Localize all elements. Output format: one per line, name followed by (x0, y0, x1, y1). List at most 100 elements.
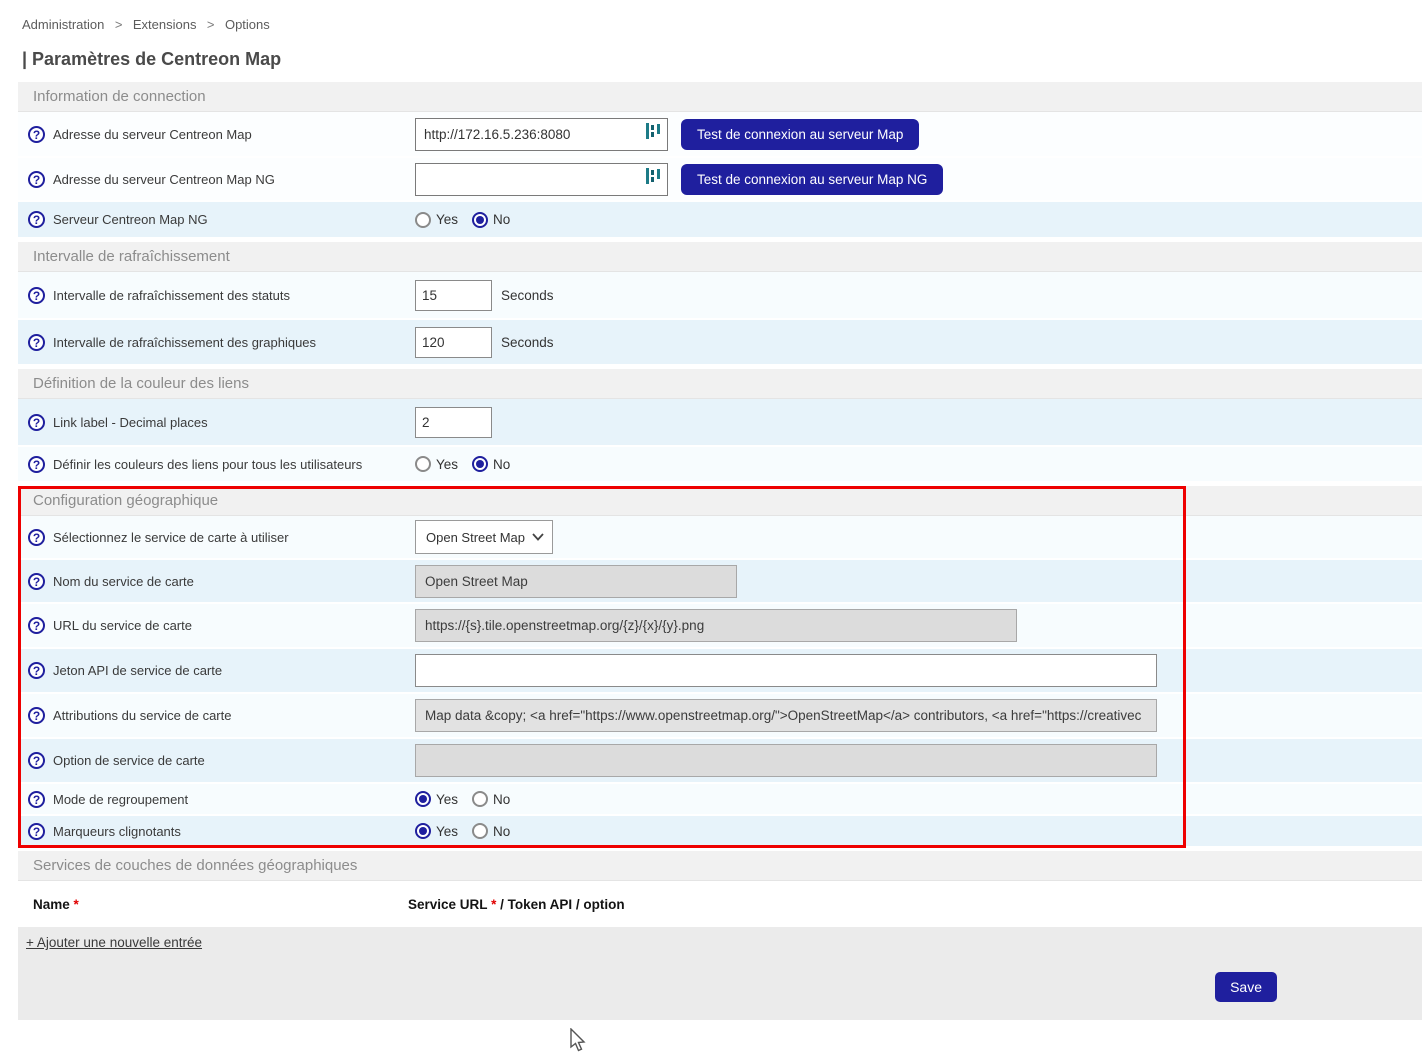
breadcrumb-separator: > (207, 17, 215, 32)
map-ng-address-input-wrap (415, 163, 668, 196)
yes-label: Yes (436, 792, 458, 807)
breadcrumb-options[interactable]: Options (225, 17, 270, 32)
mouse-cursor (568, 1028, 590, 1059)
row-map-address: ? Adresse du serveur Centreon Map Test d… (18, 112, 1422, 158)
graph-refresh-label: Intervalle de rafraîchissement des graph… (53, 335, 316, 350)
map-address-label: Adresse du serveur Centreon Map (53, 127, 252, 142)
layers-col-service-url: Service URL (408, 897, 487, 912)
help-icon[interactable]: ? (28, 662, 45, 679)
row-cluster-mode: ? Mode de regroupement Yes No (18, 784, 1422, 816)
help-icon[interactable]: ? (28, 617, 45, 634)
map-service-name-input: Open Street Map (415, 565, 737, 598)
layers-col-name: Name (33, 897, 70, 912)
map-ng-server-yes-radio[interactable] (415, 212, 431, 228)
no-label: No (493, 212, 510, 227)
test-connection-map-button[interactable]: Test de connexion au serveur Map (681, 119, 919, 150)
section-header-geo: Configuration géographique (18, 486, 1422, 516)
help-icon[interactable]: ? (28, 707, 45, 724)
row-api-token: ? Jeton API de service de carte (18, 649, 1422, 694)
seconds-unit-label: Seconds (501, 288, 554, 303)
map-ng-server-no-radio[interactable] (472, 212, 488, 228)
chevron-down-icon (532, 528, 544, 546)
add-entry-link[interactable]: + Ajouter une nouvelle entrée (26, 935, 202, 950)
map-address-input[interactable] (424, 127, 641, 142)
cluster-mode-label: Mode de regroupement (53, 792, 188, 807)
save-button[interactable]: Save (1215, 972, 1277, 1002)
yes-label: Yes (436, 212, 458, 227)
row-link-colors-all-users: ? Définir les couleurs des liens pour to… (18, 447, 1422, 483)
no-label: No (493, 457, 510, 472)
section-header-layers: Services de couches de données géographi… (18, 851, 1422, 881)
blinking-markers-label: Marqueurs clignotants (53, 824, 181, 839)
status-refresh-input[interactable] (415, 280, 492, 311)
blinking-markers-no-radio[interactable] (472, 823, 488, 839)
row-map-service-select: ? Sélectionnez le service de carte à uti… (18, 516, 1422, 560)
breadcrumb-administration[interactable]: Administration (22, 17, 104, 32)
required-asterisk: * (491, 897, 496, 912)
help-icon[interactable]: ? (28, 823, 45, 840)
blinking-markers-yes-radio[interactable] (415, 823, 431, 839)
decimal-places-label: Link label - Decimal places (53, 415, 208, 430)
required-asterisk: * (74, 897, 79, 912)
help-icon[interactable]: ? (28, 573, 45, 590)
help-icon[interactable]: ? (28, 752, 45, 769)
row-map-service-name: ? Nom du service de carte Open Street Ma… (18, 560, 1422, 604)
row-attributions: ? Attributions du service de carte Map d… (18, 694, 1422, 739)
row-decimal-places: ? Link label - Decimal places (18, 399, 1422, 447)
no-label: No (493, 824, 510, 839)
map-service-url-label: URL du service de carte (53, 618, 192, 633)
map-service-name-label: Nom du service de carte (53, 574, 194, 589)
status-refresh-label: Intervalle de rafraîchissement des statu… (53, 288, 290, 303)
breadcrumb-separator: > (115, 17, 123, 32)
yes-label: Yes (436, 457, 458, 472)
breadcrumb-extensions[interactable]: Extensions (133, 17, 197, 32)
service-option-input (415, 744, 1157, 777)
help-icon[interactable]: ? (28, 456, 45, 473)
map-address-input-wrap (415, 118, 668, 151)
footer-area: + Ajouter une nouvelle entrée Save (18, 927, 1422, 1020)
link-colors-all-users-label: Définir les couleurs des liens pour tous… (53, 457, 362, 472)
row-graph-refresh: ? Intervalle de rafraîchissement des gra… (18, 320, 1422, 366)
macro-bars-icon[interactable] (645, 168, 661, 190)
map-ng-server-label: Serveur Centreon Map NG (53, 212, 208, 227)
map-ng-address-input[interactable] (424, 172, 641, 187)
attributions-label: Attributions du service de carte (53, 708, 231, 723)
api-token-input[interactable] (415, 654, 1157, 687)
section-header-connection: Information de connection (18, 82, 1422, 112)
row-status-refresh: ? Intervalle de rafraîchissement des sta… (18, 272, 1422, 320)
decimal-places-input[interactable] (415, 407, 492, 438)
help-icon[interactable]: ? (28, 334, 45, 351)
row-map-service-url: ? URL du service de carte https://{s}.ti… (18, 604, 1422, 649)
layers-table-header: Name * Service URL * / Token API / optio… (18, 881, 1422, 927)
section-header-refresh: Intervalle de rafraîchissement (18, 242, 1422, 272)
page-title: | Paramètres de Centreon Map (22, 49, 1422, 70)
help-icon[interactable]: ? (28, 529, 45, 546)
map-ng-address-label: Adresse du serveur Centreon Map NG (53, 172, 275, 187)
help-icon[interactable]: ? (28, 414, 45, 431)
service-option-label: Option de service de carte (53, 753, 205, 768)
help-icon[interactable]: ? (28, 791, 45, 808)
cluster-mode-no-radio[interactable] (472, 791, 488, 807)
map-service-select-label: Sélectionnez le service de carte à utili… (53, 530, 289, 545)
link-colors-yes-radio[interactable] (415, 456, 431, 472)
help-icon[interactable]: ? (28, 171, 45, 188)
layers-col-service-suffix: / Token API / option (500, 897, 625, 912)
test-connection-map-ng-button[interactable]: Test de connexion au serveur Map NG (681, 164, 943, 195)
map-service-select[interactable]: Open Street Map (415, 520, 553, 554)
link-colors-no-radio[interactable] (472, 456, 488, 472)
map-service-selected-value: Open Street Map (426, 530, 532, 545)
help-icon[interactable]: ? (28, 126, 45, 143)
graph-refresh-input[interactable] (415, 327, 492, 358)
cluster-mode-yes-radio[interactable] (415, 791, 431, 807)
geo-section: Configuration géographique ? Sélectionne… (18, 486, 1422, 848)
no-label: No (493, 792, 510, 807)
help-icon[interactable]: ? (28, 211, 45, 228)
yes-label: Yes (436, 824, 458, 839)
api-token-label: Jeton API de service de carte (53, 663, 222, 678)
map-service-url-input: https://{s}.tile.openstreetmap.org/{z}/{… (415, 609, 1017, 642)
row-map-ng-address: ? Adresse du serveur Centreon Map NG Tes… (18, 158, 1422, 202)
help-icon[interactable]: ? (28, 287, 45, 304)
macro-bars-icon[interactable] (645, 123, 661, 145)
row-map-ng-server: ? Serveur Centreon Map NG Yes No (18, 202, 1422, 239)
row-blinking-markers: ? Marqueurs clignotants Yes No (18, 816, 1422, 848)
